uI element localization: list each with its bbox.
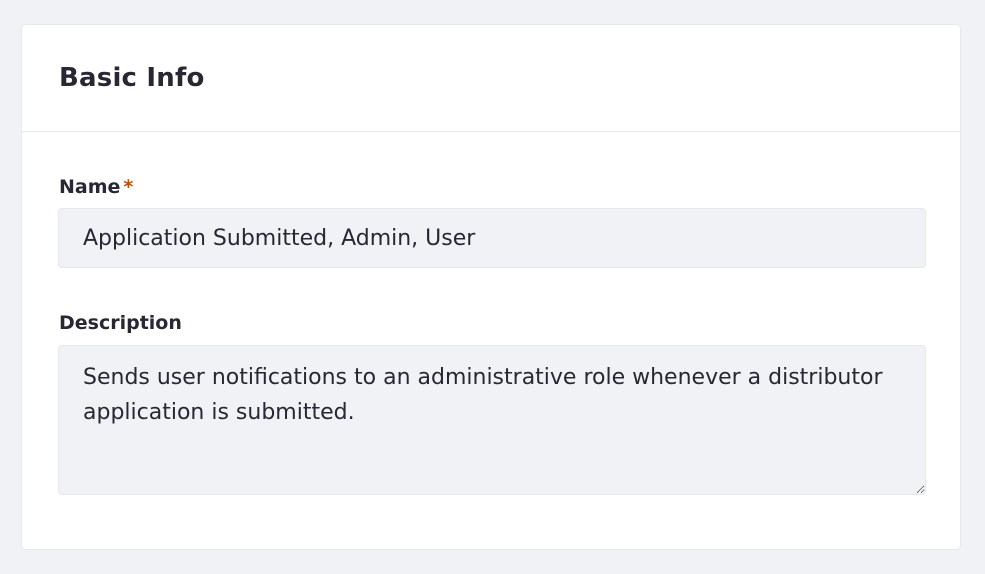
card-title: Basic Info — [59, 63, 205, 93]
basic-info-card: Basic Info Name* Description Sends user … — [21, 24, 961, 550]
card-header: Basic Info — [22, 25, 960, 132]
description-textarea[interactable]: Sends user notifications to an administr… — [58, 345, 926, 495]
description-field-label: Description — [59, 312, 182, 334]
name-input[interactable] — [58, 208, 926, 268]
name-field-label: Name * — [59, 175, 133, 199]
required-asterisk: * — [123, 176, 134, 198]
name-label-text: Name — [59, 176, 121, 198]
